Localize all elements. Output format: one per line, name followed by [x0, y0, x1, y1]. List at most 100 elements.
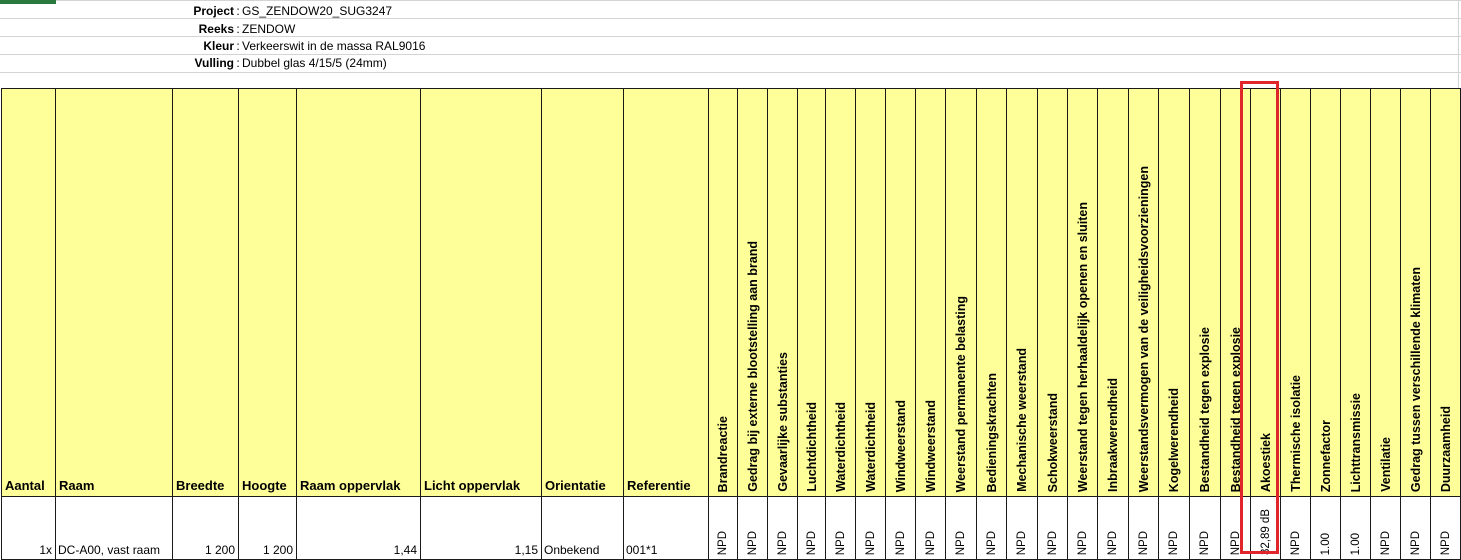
cell-windweerstand-2[interactable]: NPD	[915, 496, 946, 560]
cell-breedte[interactable]: 1 200	[172, 496, 239, 560]
cell-brand-blootstelling[interactable]: NPD	[737, 496, 768, 560]
col-header-raam-oppervlak[interactable]: Raam oppervlak	[296, 88, 421, 497]
col-header-inbraakwerendheid[interactable]: Inbraakwerendheid	[1097, 88, 1129, 497]
cell-waterdichtheid[interactable]: NPD	[825, 496, 856, 560]
col-header-breedte[interactable]: Breedte	[172, 88, 239, 497]
header-text: Weerstand permanente belasting	[954, 295, 968, 492]
reeks-value[interactable]: ZENDOW	[242, 20, 295, 38]
header-text: Thermische isolatie	[1288, 375, 1303, 492]
col-header-thermische-isolatie[interactable]: Thermische isolatie	[1280, 88, 1311, 497]
cell-orientatie[interactable]: Onbekend	[541, 496, 624, 560]
cell-zonnefactor[interactable]: 1.00	[1310, 496, 1341, 560]
cell-duurzaamheid[interactable]: NPD	[1430, 496, 1461, 560]
col-header-permanente-belasting[interactable]: Weerstand permanente belasting	[945, 88, 977, 497]
reeks-label: Reeks	[198, 22, 234, 36]
cell-hoogte[interactable]: 1 200	[238, 496, 297, 560]
cell-value: NPD	[1409, 530, 1422, 555]
col-header-orientatie[interactable]: Orientatie	[541, 88, 624, 497]
cell-mechanische-weerstand[interactable]: NPD	[1006, 496, 1038, 560]
header-text: Windweerstand	[893, 399, 908, 492]
cell-explosie-2[interactable]: NPD	[1220, 496, 1251, 560]
col-header-licht-oppervlak[interactable]: Licht oppervlak	[420, 88, 542, 497]
cell-ventilatie[interactable]: NPD	[1370, 496, 1401, 560]
cell-thermische-isolatie[interactable]: NPD	[1280, 496, 1311, 560]
header-text: Bestandheid tegen explosie	[1198, 326, 1212, 492]
colon: :	[236, 4, 240, 18]
col-header-veiligheidsvoorzieningen[interactable]: Weerstandsvermogen van de veiligheidsvoo…	[1128, 88, 1159, 497]
header-text: Waterdichtheid	[833, 402, 848, 492]
cell-raam-oppervlak[interactable]: 1,44	[296, 496, 421, 560]
col-header-explosie-2[interactable]: Bestandheid tegen explosie	[1220, 88, 1251, 497]
col-header-waterdichtheid[interactable]: Waterdichtheid	[825, 88, 856, 497]
cell-lichttransmissie[interactable]: 1.00	[1340, 496, 1371, 560]
kleur-value[interactable]: Verkeerswit in de massa RAL9016	[242, 37, 425, 55]
gridline	[1458, 0, 1459, 88]
cell-value: NPD	[717, 530, 729, 555]
colon: :	[236, 39, 240, 53]
cell-aantal[interactable]: 1x	[1, 496, 56, 560]
col-header-explosie[interactable]: Bestandheid tegen explosie	[1189, 88, 1221, 497]
cell-licht-oppervlak[interactable]: 1,15	[420, 496, 542, 560]
col-header-ventilatie[interactable]: Ventilatie	[1370, 88, 1401, 497]
cell-herhaaldelijk-openen[interactable]: NPD	[1067, 496, 1098, 560]
cell-klimaten[interactable]: NPD	[1400, 496, 1431, 560]
col-header-windweerstand-2[interactable]: Windweerstand	[915, 88, 946, 497]
col-header-referentie[interactable]: Referentie	[623, 88, 709, 497]
header-text: Kogelwerendheid	[1167, 387, 1181, 492]
col-header-brandreactie[interactable]: Brandreactie	[708, 88, 738, 497]
col-header-duurzaamheid[interactable]: Duurzaamheid	[1430, 88, 1461, 497]
cell-luchtdichtheid[interactable]: NPD	[797, 496, 826, 560]
col-header-klimaten[interactable]: Gedrag tussen verschillende klimaten	[1400, 88, 1431, 497]
colon: :	[236, 56, 240, 70]
col-header-windweerstand[interactable]: Windweerstand	[885, 88, 916, 497]
cell-waterdichtheid-2[interactable]: NPD	[855, 496, 886, 560]
header-text: Duurzaamheid	[1438, 405, 1453, 492]
cell-raam[interactable]: DC-A00, vast raam	[55, 496, 173, 560]
col-header-bedieningskrachten[interactable]: Bedieningskrachten	[976, 88, 1007, 497]
cell-permanente-belasting[interactable]: NPD	[945, 496, 977, 560]
product-table: Aantal Raam Breedte Hoogte Raam oppervla…	[1, 88, 1461, 560]
cell-kogelwerendheid[interactable]: NPD	[1158, 496, 1190, 560]
project-value[interactable]: GS_ZENDOW20_SUG3247	[242, 2, 392, 20]
col-header-herhaaldelijk-openen[interactable]: Weerstand tegen herhaaldelijk openen en …	[1067, 88, 1098, 497]
cell-gevaarlijke-substanties[interactable]: NPD	[767, 496, 798, 560]
col-header-raam[interactable]: Raam	[55, 88, 173, 497]
cell-schokweerstand[interactable]: NPD	[1037, 496, 1068, 560]
col-header-hoogte[interactable]: Hoogte	[238, 88, 297, 497]
col-header-brand-blootstelling[interactable]: Gedrag bij externe blootstelling aan bra…	[737, 88, 768, 497]
cell-bedieningskrachten[interactable]: NPD	[976, 496, 1007, 560]
cell-explosie[interactable]: NPD	[1189, 496, 1221, 560]
vulling-label: Vulling	[194, 56, 234, 70]
kleur-label: Kleur	[203, 39, 234, 53]
cell-veiligheidsvoorzieningen[interactable]: NPD	[1128, 496, 1159, 560]
col-header-luchtdichtheid[interactable]: Luchtdichtheid	[797, 88, 826, 497]
cell-value: 1.00	[1319, 532, 1332, 555]
cell-brandreactie[interactable]: NPD	[708, 496, 738, 560]
header-text: Luchtdichtheid	[804, 402, 819, 492]
cell-value: NPD	[1046, 530, 1059, 555]
cell-value: NPD	[924, 530, 937, 555]
col-header-mechanische-weerstand[interactable]: Mechanische weerstand	[1006, 88, 1038, 497]
cell-value: NPD	[1016, 530, 1028, 555]
cell-windweerstand[interactable]: NPD	[885, 496, 916, 560]
header-text: Gedrag tussen verschillende klimaten	[1408, 266, 1423, 492]
header-text: Gedrag bij externe blootstelling aan bra…	[745, 241, 760, 492]
header-text: Inbraakwerendheid	[1106, 378, 1120, 492]
header-text: Lichttransmissie	[1348, 392, 1363, 492]
col-header-aantal[interactable]: Aantal	[1, 88, 56, 497]
cell-inbraakwerendheid[interactable]: NPD	[1097, 496, 1129, 560]
cell-referentie[interactable]: 001*1	[623, 496, 709, 560]
cell-akoestiek[interactable]: 32,89 dB	[1250, 496, 1281, 560]
header-text: Bestandheid tegen explosie	[1228, 326, 1243, 492]
cell-value: NPD	[1076, 530, 1089, 555]
header-text: Windweerstand	[923, 399, 938, 492]
col-header-gevaarlijke-substanties[interactable]: Gevaarlijke substanties	[767, 88, 798, 497]
vulling-value[interactable]: Dubbel glas 4/15/5 (24mm)	[242, 54, 387, 72]
col-header-lichttransmissie[interactable]: Lichttransmissie	[1340, 88, 1371, 497]
col-header-schokweerstand[interactable]: Schokweerstand	[1037, 88, 1068, 497]
col-header-akoestiek[interactable]: Akoestiek	[1250, 88, 1281, 497]
header-text: Schokweerstand	[1045, 392, 1060, 492]
col-header-waterdichtheid-2[interactable]: Waterdichtheid	[855, 88, 886, 497]
col-header-kogelwerendheid[interactable]: Kogelwerendheid	[1158, 88, 1190, 497]
col-header-zonnefactor[interactable]: Zonnefactor	[1310, 88, 1341, 497]
